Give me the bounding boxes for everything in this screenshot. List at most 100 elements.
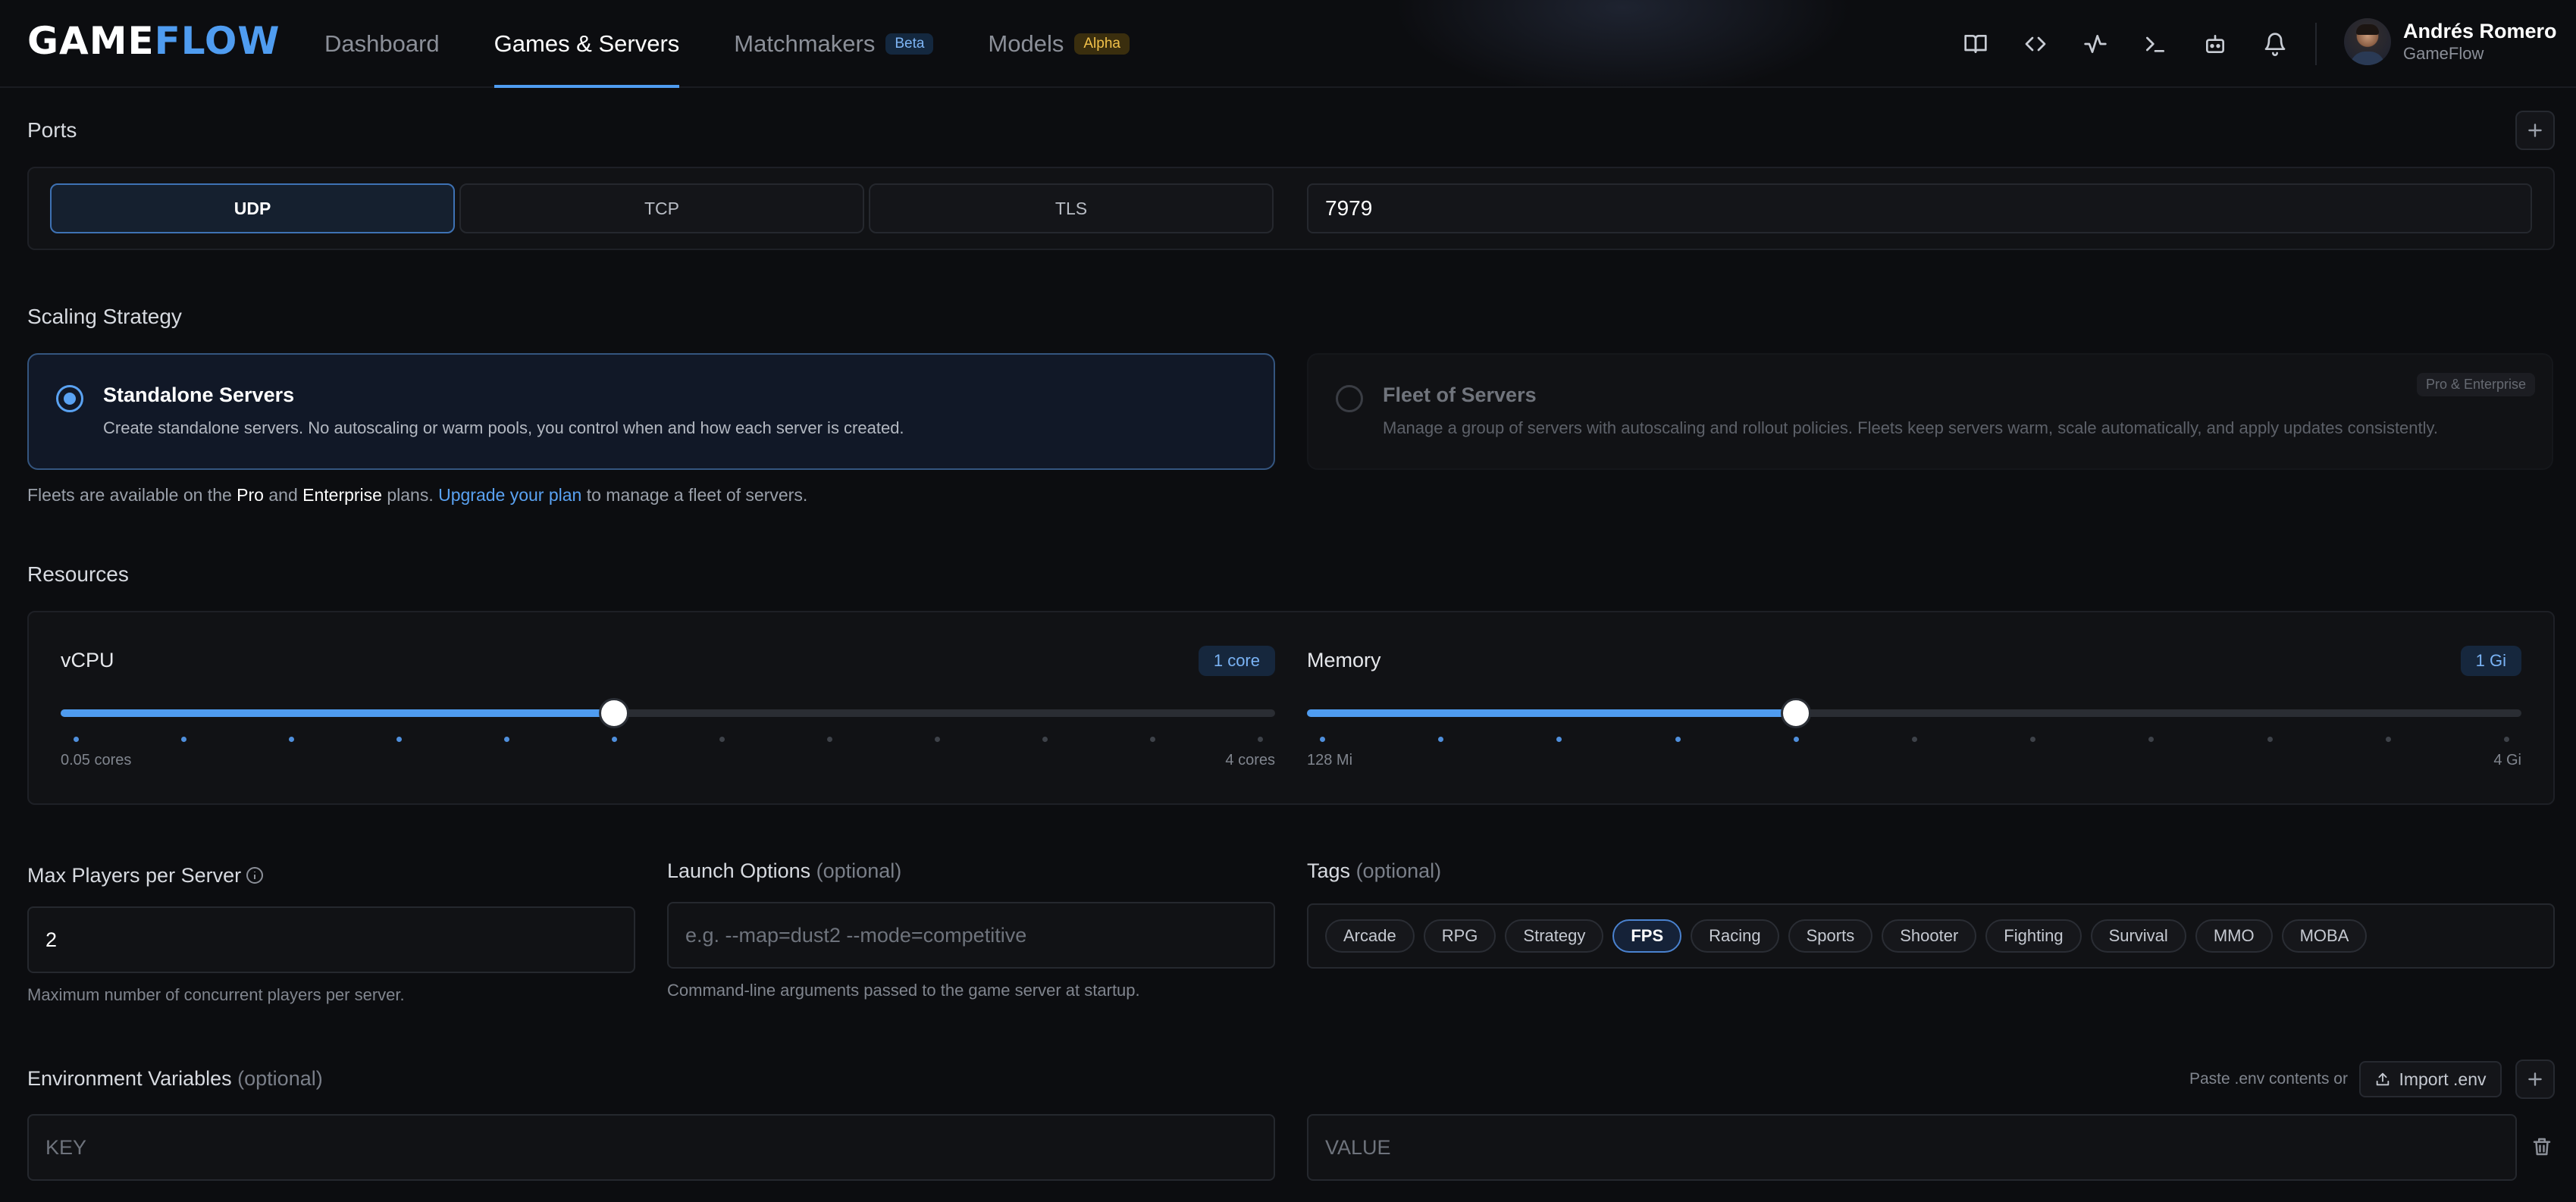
add-port-button[interactable]	[2515, 111, 2555, 150]
max-players-help: Maximum number of concurrent players per…	[27, 985, 405, 1004]
logo-part-game: GAME	[27, 19, 155, 63]
tag-fighting[interactable]: Fighting	[1985, 919, 2082, 953]
paste-env-hint: Paste .env contents or	[2189, 1070, 2348, 1088]
port-number-input[interactable]: 7979	[1307, 183, 2532, 233]
tag-sports[interactable]: Sports	[1788, 919, 1873, 953]
bot-icon[interactable]	[2197, 26, 2233, 62]
nav-dashboard[interactable]: Dashboard	[324, 0, 440, 88]
plus-icon	[2528, 124, 2542, 137]
nav-games-servers-label: Games & Servers	[494, 30, 680, 57]
vcpu-step-dot	[1258, 737, 1263, 742]
vcpu-slider-thumb[interactable]	[599, 698, 629, 728]
memory-step-dot	[2267, 737, 2273, 742]
user-org: GameFlow	[2403, 44, 2484, 63]
tag-moba[interactable]: MOBA	[2281, 919, 2368, 953]
strategy-standalone[interactable]: Standalone Servers Create standalone ser…	[27, 353, 1275, 470]
note-prefix: Fleets are available on the	[27, 485, 237, 505]
fleet-title: Fleet of Servers	[1383, 383, 1537, 406]
note-plans: plans.	[381, 485, 439, 505]
standalone-radio[interactable]	[56, 385, 83, 412]
memory-value-badge: 1 Gi	[2460, 646, 2521, 676]
trash-icon[interactable]	[2531, 1135, 2555, 1160]
launch-options-label: Launch Options (optional)	[667, 859, 901, 883]
fleet-availability-note: Fleets are available on the Pro and Ente…	[27, 485, 807, 506]
tag-strategy[interactable]: Strategy	[1505, 919, 1604, 953]
note-and: and	[263, 485, 303, 505]
tags-label: Tags (optional)	[1307, 859, 1441, 883]
nav-dashboard-label: Dashboard	[324, 30, 440, 57]
env-vars-optional: (optional)	[237, 1067, 323, 1090]
max-players-input[interactable]: 2	[27, 906, 635, 973]
protocol-udp[interactable]: UDP	[50, 183, 455, 233]
memory-slider-thumb[interactable]	[1780, 698, 1811, 728]
env-key-input[interactable]: KEY	[27, 1114, 1275, 1181]
vcpu-step-dot	[1042, 737, 1048, 742]
launch-options-optional: (optional)	[816, 859, 902, 882]
memory-slider-fill	[1307, 709, 1796, 717]
user-avatar[interactable]	[2344, 18, 2391, 65]
vcpu-min-label: 0.05 cores	[61, 752, 132, 768]
code-icon[interactable]	[2017, 26, 2054, 62]
launch-options-help: Command-line arguments passed to the gam…	[667, 981, 1140, 1000]
import-env-button[interactable]: Import .env	[2359, 1061, 2502, 1097]
tag-survival[interactable]: Survival	[2090, 919, 2186, 953]
standalone-title: Standalone Servers	[103, 383, 295, 406]
memory-slider-track[interactable]	[1307, 698, 2521, 728]
env-value-input[interactable]: VALUE	[1307, 1114, 2517, 1181]
nav-matchmakers-label: Matchmakers	[734, 30, 876, 57]
nav-matchmakers[interactable]: Matchmakers Beta	[734, 0, 934, 88]
bell-icon[interactable]	[2257, 26, 2293, 62]
vcpu-slider-track[interactable]	[61, 698, 1275, 728]
nav-models-label: Models	[988, 30, 1064, 57]
terminal-icon[interactable]	[2137, 26, 2173, 62]
ports-title: Ports	[27, 118, 77, 142]
vcpu-max-label: 4 cores	[1225, 752, 1275, 768]
protocol-tls[interactable]: TLS	[869, 183, 1274, 233]
standalone-description: Create standalone servers. No autoscalin…	[103, 418, 904, 437]
upload-icon	[2377, 1072, 2390, 1086]
top-navigation-bar: GAMEFLOW Dashboard Games & Servers Match…	[0, 0, 2576, 88]
vcpu-step-dot	[612, 737, 617, 742]
add-env-var-button[interactable]	[2515, 1060, 2555, 1099]
memory-step-dot	[2504, 737, 2509, 742]
max-players-label: Max Players per Server	[27, 864, 242, 887]
header-actions	[1957, 26, 2317, 62]
main-nav: Dashboard Games & Servers Matchmakers Be…	[324, 0, 1184, 88]
memory-step-dot	[1320, 737, 1325, 742]
gameflow-logo[interactable]: GAMEFLOW	[27, 20, 280, 62]
tags-label-text: Tags	[1307, 859, 1351, 882]
tag-shooter[interactable]: Shooter	[1882, 919, 1977, 953]
tag-rpg[interactable]: RPG	[1423, 919, 1496, 953]
memory-step-dot	[1793, 737, 1799, 742]
nav-models[interactable]: Models Alpha	[988, 0, 1130, 88]
beta-badge: Beta	[885, 33, 934, 55]
tag-mmo[interactable]: MMO	[2195, 919, 2273, 953]
header-divider	[2315, 23, 2317, 65]
launch-options-label-text: Launch Options	[667, 859, 811, 882]
scaling-strategy-title: Scaling Strategy	[27, 305, 182, 328]
activity-icon[interactable]	[2077, 26, 2114, 62]
launch-options-input[interactable]: e.g. --map=dust2 --mode=competitive	[667, 902, 1275, 969]
vcpu-label: vCPU	[61, 649, 114, 671]
tags-optional: (optional)	[1355, 859, 1442, 882]
vcpu-step-dot	[935, 737, 940, 742]
upgrade-plan-link[interactable]: Upgrade your plan	[438, 485, 581, 505]
note-suffix: to manage a fleet of servers.	[581, 485, 808, 505]
fleet-radio	[1336, 385, 1363, 412]
import-env-label: Import .env	[2399, 1069, 2487, 1089]
nav-games-servers[interactable]: Games & Servers	[494, 0, 680, 88]
vcpu-step-dot	[504, 737, 509, 742]
tag-arcade[interactable]: Arcade	[1325, 919, 1415, 953]
resources-card	[27, 611, 2555, 805]
tag-racing[interactable]: Racing	[1691, 919, 1779, 953]
memory-step-dot	[1675, 737, 1681, 742]
memory-min-label: 128 Mi	[1307, 752, 1353, 768]
user-name[interactable]: Andrés Romero	[2403, 20, 2557, 43]
vcpu-step-dot	[396, 737, 402, 742]
tag-fps[interactable]: FPS	[1612, 919, 1682, 953]
info-icon[interactable]	[246, 866, 264, 884]
vcpu-step-dot	[181, 737, 186, 742]
tags-container: Arcade RPG Strategy FPS Racing Sports Sh…	[1307, 903, 2555, 969]
book-icon[interactable]	[1957, 26, 1994, 62]
protocol-tcp[interactable]: TCP	[459, 183, 864, 233]
